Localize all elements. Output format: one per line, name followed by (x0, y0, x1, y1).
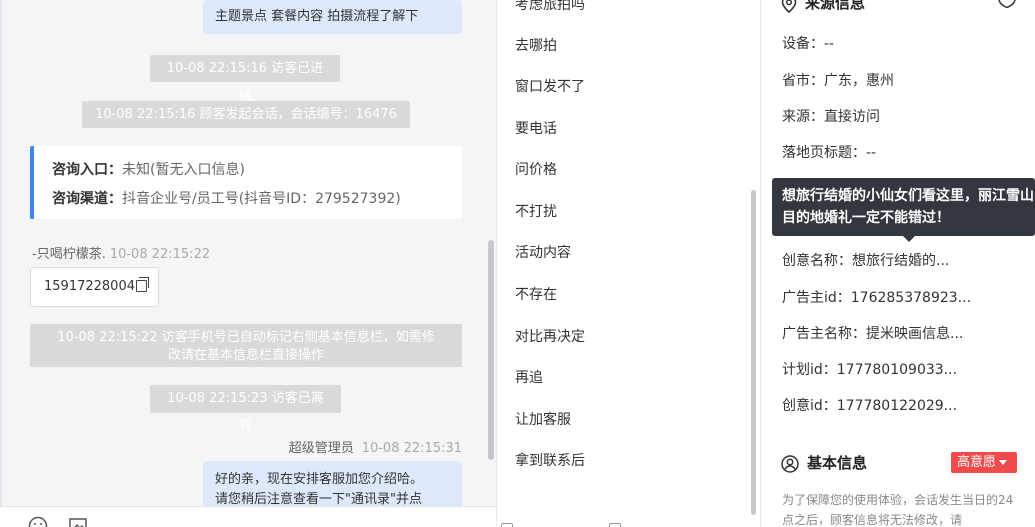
intent-value: 高意愿 (957, 455, 997, 470)
channel-row: 咨询渠道：抖音企业号/员工号(抖音号ID：279527392) (52, 185, 462, 214)
visitor-phone-message: 15917228004 (30, 267, 159, 307)
chat-panel: 主题景点 套餐内容 拍摄流程了解下 10-08 22:15:16 访客已进线 1… (0, 0, 496, 527)
shield-icon[interactable] (997, 0, 1017, 8)
creative-name-tooltip: 想旅行结婚的小仙女们看这里，丽江雪山目的地婚礼一定不能错过！ (772, 178, 1035, 242)
chevron-down-icon (999, 460, 1008, 465)
image-icon[interactable] (68, 516, 88, 527)
phrase-item[interactable]: 不存在 (515, 285, 557, 305)
creative-id-row: 创意id：177780122029... (782, 398, 958, 414)
source-info-header: 来源信息 (781, 0, 865, 13)
copy-icon[interactable] (135, 277, 149, 292)
sys-session-message: 10-08 22:15:16 顾客发起会话，会话编号：16476 (82, 101, 410, 128)
source-row: 来源：直接访问 (782, 109, 880, 125)
agent-message-line-1: 好的亲，现在安排客服加您介绍哈。 (215, 472, 424, 487)
agent-time: 10-08 22:15:31 (361, 441, 462, 456)
top-message-text: 主题景点 套餐内容 拍摄流程了解下 (215, 9, 419, 24)
phrase-item[interactable]: 不打扰 (515, 202, 557, 222)
visitor-meta: -只喝柠檬茶. 10-08 22:15:22 (32, 243, 210, 262)
agent-meta: 超级管理员 10-08 22:15:31 (289, 437, 462, 456)
phrase-item[interactable]: 考虑旅拍吗 (515, 0, 585, 15)
province-row: 省市：广东，惠州 (782, 73, 894, 89)
phrase-item[interactable]: 让加客服 (515, 410, 571, 430)
user-circle-icon (781, 454, 799, 473)
sys-phone-message: 10-08 22:15:22 访客手机号已自动标记右侧基本信息栏，如需修 改请在… (30, 324, 462, 367)
visitor-phone-number: 15917228004 (44, 279, 135, 294)
advertiser-id-row: 广告主id：176285378923... (782, 290, 972, 306)
phrase-item[interactable]: 再追 (515, 368, 543, 388)
device-row: 设备：-- (782, 36, 835, 52)
phrase-item[interactable]: 要电话 (515, 119, 557, 139)
chat-scrollbar[interactable] (488, 240, 494, 460)
customer-info-panel: 来源信息 设备：-- 省市：广东，惠州 来源：直接访问 落地页标题：-- 创意名… (761, 0, 1035, 527)
option-checkbox[interactable] (609, 523, 621, 527)
basic-info-header: 基本信息 (781, 453, 867, 473)
sys-enter-message: 10-08 22:15:16 访客已进线 (150, 55, 340, 103)
sys-phone-line-2: 改请在基本信息栏直接操作 (167, 348, 324, 363)
phrase-options (497, 519, 762, 527)
phrase-item[interactable]: 对比再决定 (515, 327, 585, 347)
emoji-icon[interactable] (28, 516, 48, 527)
quick-phrase-panel: 考虑旅拍吗 去哪拍 窗口发不了 要电话 问价格 不打扰 活动内容 不存在 对比再… (496, 0, 761, 527)
visitor-time: 10-08 22:15:22 (109, 247, 211, 262)
phrase-item[interactable]: 拿到联系后 (515, 451, 585, 471)
channel-value: 抖音企业号/员工号(抖音号ID：279527392) (122, 191, 401, 207)
top-message-bubble: 主题景点 套餐内容 拍摄流程了解下 (203, 0, 462, 34)
entry-info-card: 咨询入口：未知(暂无入口信息) 咨询渠道：抖音企业号/员工号(抖音号ID：279… (30, 146, 462, 219)
agent-name: 超级管理员 (288, 441, 354, 456)
edit-notice: 为了保障您的使用体验，会话发生当日的24点之后，顾客信息将无法修改，请 (782, 493, 1014, 527)
option-checkbox[interactable] (501, 523, 513, 527)
sys-phone-line-1: 10-08 22:15:22 访客手机号已自动标记右侧基本信息栏，如需修 (57, 330, 435, 345)
phrase-item[interactable]: 窗口发不了 (515, 77, 585, 97)
phrase-item[interactable]: 活动内容 (515, 243, 571, 263)
source-info-title: 来源信息 (805, 0, 866, 12)
sys-leave-message: 10-08 22:15:23 访客已离开 (150, 385, 341, 434)
basic-info-title: 基本信息 (807, 454, 868, 472)
plan-id-row: 计划id：177780109033... (782, 362, 958, 378)
landing-title-row: 落地页标题：-- (782, 145, 877, 161)
phrase-scrollbar[interactable] (751, 190, 756, 515)
creative-name-row: 创意名称：想旅行结婚的... (782, 253, 950, 269)
entry-value: 未知(暂无入口信息) (122, 162, 245, 178)
entry-label: 咨询入口： (52, 162, 122, 178)
chat-toolbar (0, 506, 496, 527)
channel-label: 咨询渠道： (52, 191, 122, 207)
entry-row: 咨询入口：未知(暂无入口信息) (52, 156, 462, 185)
chat-edge (0, 0, 2, 527)
intent-select[interactable]: 高意愿 (951, 452, 1017, 473)
advertiser-name-row: 广告主名称：提米映画信息... (782, 326, 964, 342)
phrase-item[interactable]: 去哪拍 (515, 36, 557, 56)
phrase-item[interactable]: 问价格 (515, 160, 557, 180)
visitor-name: -只喝柠檬茶. (32, 247, 106, 262)
location-icon (781, 0, 797, 13)
